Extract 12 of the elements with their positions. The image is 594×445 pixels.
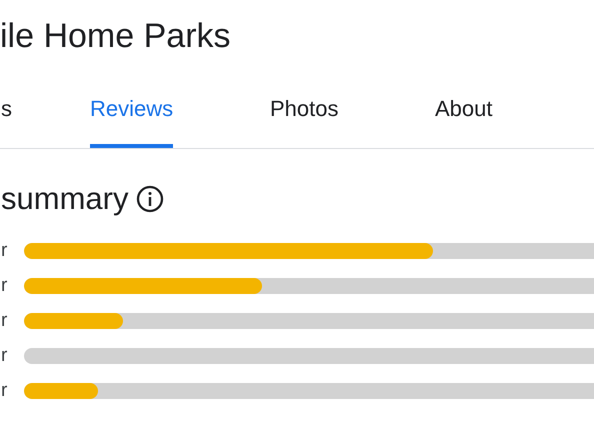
rating-label: r: [1, 380, 8, 402]
info-icon[interactable]: [136, 185, 164, 213]
rating-label: r: [1, 275, 8, 297]
tab[interactable]: About: [435, 75, 492, 148]
tab[interactable]: s: [1, 75, 12, 148]
rating-label: r: [1, 240, 8, 262]
tab[interactable]: Photos: [270, 75, 338, 148]
section-heading: summary: [1, 181, 128, 217]
tab[interactable]: Reviews: [90, 75, 174, 148]
place-title: ile Home Parks: [0, 16, 232, 57]
rating-label: r: [1, 345, 8, 367]
rating-label: r: [1, 310, 8, 332]
